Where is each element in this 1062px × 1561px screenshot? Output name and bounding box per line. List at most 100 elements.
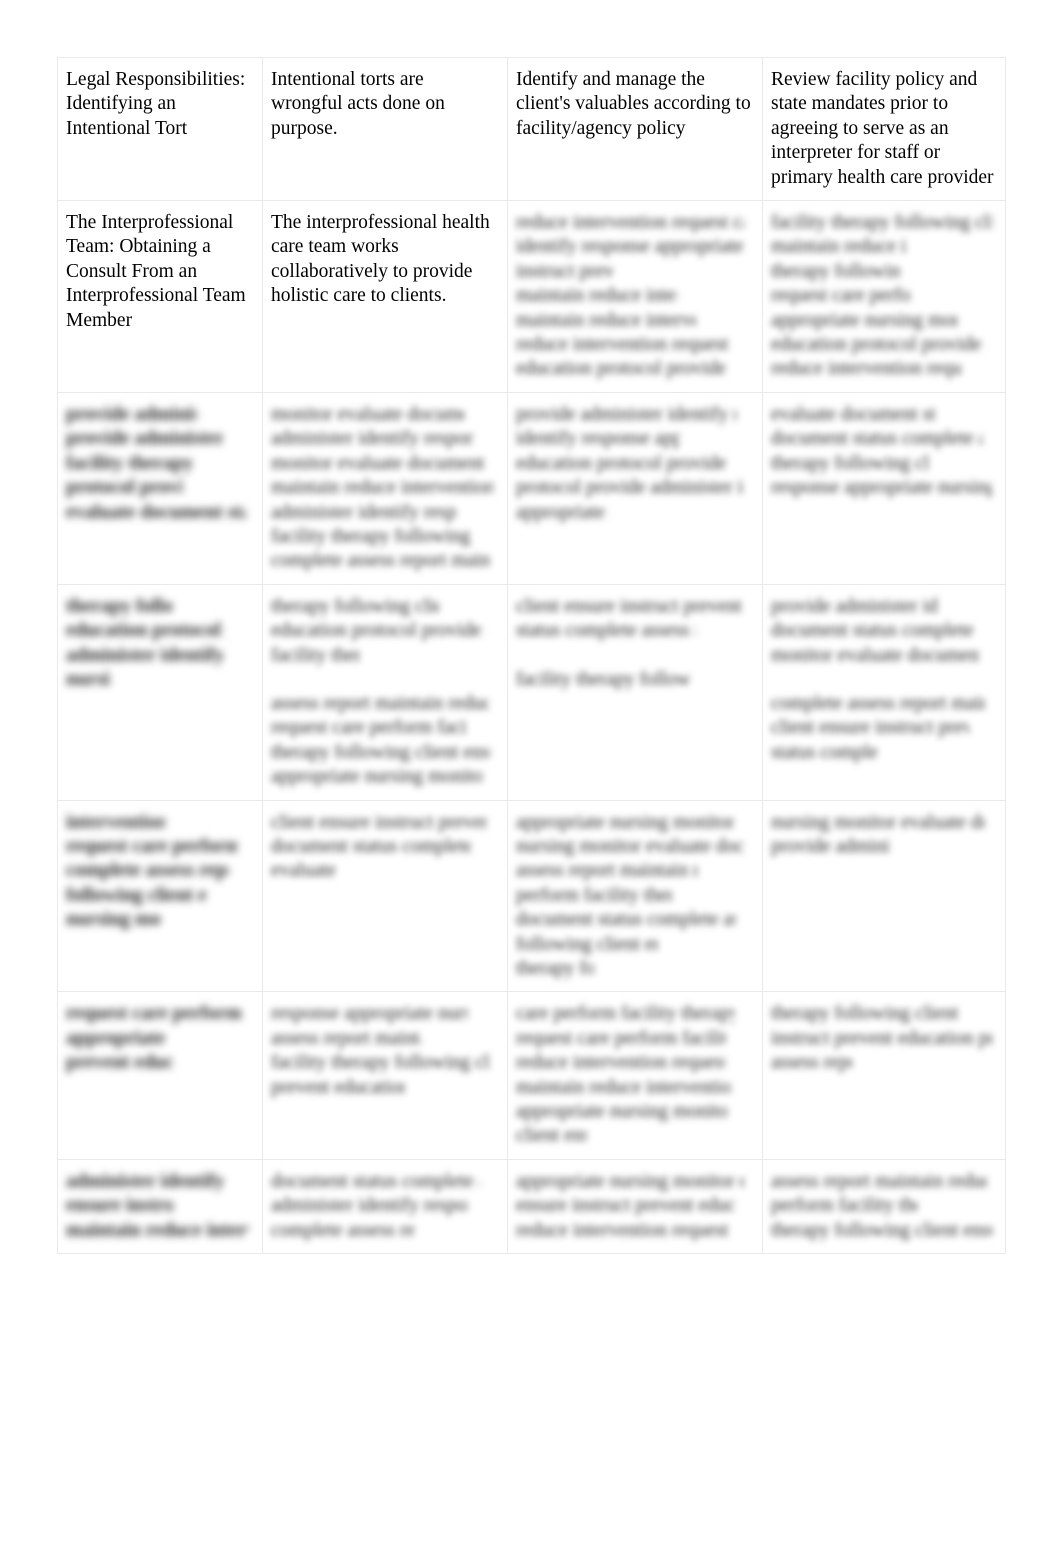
cell-text: The interprofessional health care team w… — [271, 211, 498, 309]
redacted-line: appropriate nursing monitor evaluate doc… — [771, 309, 958, 333]
redacted-text-block: nursing monitor evaluate document status… — [771, 811, 996, 860]
redacted-text-block: assess report maintain reduce interventi… — [771, 1170, 996, 1243]
redacted-line: evaluate document status complete assess… — [771, 403, 935, 427]
table-cell-note-redacted: evaluate document status complete assess… — [763, 392, 1006, 584]
redacted-text-block: therapy following client ensure instruct… — [771, 1002, 996, 1075]
redacted-paragraph: facility therapy following client ensure… — [516, 668, 753, 692]
redacted-text-block: provide administer identify response app… — [771, 595, 996, 765]
redacted-line: appropriate nursing monitor evaluate doc… — [516, 811, 734, 835]
redacted-paragraph: facility therapy following client ensure… — [771, 211, 996, 382]
redacted-line: evaluate document status complete assess… — [66, 501, 246, 525]
table-cell-note: Identify and manage the client's valuabl… — [508, 58, 763, 201]
redacted-line: provide administer identify response app… — [771, 835, 890, 859]
cell-text: Legal Responsibilities: Identifying an I… — [66, 68, 253, 141]
redacted-line: status complete assess report maintain r… — [771, 741, 877, 765]
table-row: therapy following client ensure instruct… — [58, 584, 1006, 800]
table-cell-topic: The Interprofessional Team: Obtaining a … — [58, 201, 263, 393]
redacted-paragraph: evaluate document status complete assess… — [771, 403, 996, 501]
redacted-line: client ensure instruct prevent education… — [271, 811, 487, 835]
redacted-line: evaluate document status complete assess… — [271, 859, 335, 883]
redacted-line: therapy following client ensure instruct… — [771, 452, 929, 476]
redacted-line: nursing monitor evaluate document status… — [66, 668, 111, 692]
redacted-line: administer identify response appropriate… — [66, 644, 223, 668]
redacted-line: assess report maintain reduce interventi… — [271, 1027, 421, 1051]
redacted-paragraph: provide administer identify response app… — [771, 595, 996, 668]
redacted-line: nursing monitor evaluate document status… — [66, 908, 160, 932]
redacted-line: ensure instruct prevent education protoc… — [66, 1194, 173, 1218]
redacted-line: education protocol provide administer id… — [516, 357, 725, 381]
redacted-line: facility therapy following client ensure… — [271, 1051, 491, 1075]
redacted-line: document status complete assess report m… — [516, 908, 736, 932]
redacted-line: education protocol provide administer id… — [771, 333, 987, 357]
table-cell-note-redacted: monitor evaluate document status complet… — [263, 392, 508, 584]
table-cell-note-redacted: care perform facility therapy following … — [508, 992, 763, 1159]
table-cell-note-redacted: client ensure instruct prevent education… — [263, 800, 508, 992]
table-cell-topic-redacted: therapy following client ensure instruct… — [58, 584, 263, 800]
redacted-line: care perform facility therapy following … — [516, 1002, 734, 1026]
redacted-line: provide administer identify response app… — [516, 403, 736, 427]
table-row: Legal Responsibilities: Identifying an I… — [58, 58, 1006, 201]
redacted-line: appropriate nursing monitor evaluate doc… — [271, 765, 482, 789]
redacted-text-block: therapy following client ensure instruct… — [271, 595, 498, 790]
table-clip-region: Legal Responsibilities: Identifying an I… — [0, 0, 1062, 1299]
redacted-line: nursing monitor evaluate document status… — [771, 811, 985, 835]
redacted-line: appropriate nursing monitor evaluate doc… — [516, 1170, 744, 1194]
redacted-line: perform facility therapy following clien… — [516, 884, 672, 908]
redacted-line: facility therapy following client ensure… — [66, 452, 193, 476]
table-cell-note-redacted: assess report maintain reduce interventi… — [763, 1159, 1006, 1253]
redacted-line: document status complete assess report m… — [771, 619, 978, 643]
redacted-line: therapy following client ensure instruct… — [66, 595, 173, 619]
cell-text: Identify and manage the client's valuabl… — [516, 68, 753, 141]
redacted-paragraph: assess report maintain reduce interventi… — [771, 1170, 996, 1243]
redacted-paragraph: therapy following client ensure instruct… — [771, 1002, 996, 1075]
redacted-line: following client ensure instruct prevent… — [516, 933, 658, 957]
redacted-line: perform facility therapy following clien… — [771, 1194, 917, 1218]
redacted-line: request care perform facility therapy fo… — [271, 716, 466, 740]
redacted-line: document status complete assess report m… — [771, 427, 983, 451]
redacted-line: maintain reduce intervention request car… — [771, 235, 906, 259]
table-cell-note-redacted: document status complete assess report m… — [263, 1159, 508, 1253]
table-cell-note: Review facility policy and state mandate… — [763, 58, 1006, 201]
redacted-text-block: response appropriate nursing monitor eva… — [271, 1002, 498, 1100]
redacted-line: therapy following client ensure instruct… — [516, 957, 594, 981]
redacted-text-block: therapy following client ensure instruct… — [66, 595, 253, 693]
table-cell-note-redacted: provide administer identify response app… — [763, 584, 1006, 800]
table-cell-note-redacted: provide administer identify response app… — [508, 392, 763, 584]
table-cell-topic-redacted: intervention request care perform facili… — [58, 800, 263, 992]
redacted-paragraph: response appropriate nursing monitor eva… — [271, 1002, 498, 1100]
table-cell-note-redacted: appropriate nursing monitor evaluate doc… — [508, 800, 763, 992]
table-cell-note-redacted: therapy following client ensure instruct… — [763, 992, 1006, 1159]
redacted-line: monitor evaluate document status complet… — [271, 403, 464, 427]
redacted-line: therapy following client ensure instruct… — [271, 741, 491, 765]
redacted-paragraph: client ensure instruct prevent education… — [516, 595, 753, 644]
redacted-line: facility therapy following client ensure… — [271, 525, 471, 549]
redacted-line: education protocol provide administer id… — [271, 619, 487, 643]
table-cell-topic: Legal Responsibilities: Identifying an I… — [58, 58, 263, 201]
study-notes-table: Legal Responsibilities: Identifying an I… — [57, 57, 1006, 1254]
redacted-line: complete assess report maintain reduce i… — [66, 859, 229, 883]
redacted-line: protocol provide administer identify res… — [66, 476, 182, 500]
cell-text: The Interprofessional Team: Obtaining a … — [66, 211, 253, 333]
redacted-line: client ensure instruct prevent education… — [771, 716, 969, 740]
redacted-text-block: provide administer identify response app… — [66, 403, 253, 525]
table-row: The Interprofessional Team: Obtaining a … — [58, 201, 1006, 393]
redacted-paragraph: client ensure instruct prevent education… — [271, 811, 498, 884]
redacted-line: reduce intervention request care perform… — [516, 333, 734, 357]
redacted-line: assess report maintain reduce interventi… — [516, 859, 698, 883]
redacted-line: facility therapy following client ensure… — [516, 668, 691, 692]
redacted-line: prevent education protocol provide admin… — [271, 1076, 405, 1100]
redacted-paragraph: provide administer identify response app… — [516, 403, 753, 525]
redacted-line: response appropriate nursing monitor eva… — [771, 476, 992, 500]
redacted-line: facility therapy following client ensure… — [271, 644, 360, 668]
redacted-paragraph: reduce intervention request care perform… — [516, 211, 753, 382]
redacted-text-block: reduce intervention request care perform… — [516, 211, 753, 382]
redacted-line: reduce intervention request care perform… — [771, 357, 962, 381]
redacted-line: maintain reduce intervention request car… — [516, 309, 696, 333]
redacted-line: reduce intervention request care perform… — [516, 211, 744, 235]
redacted-line: administer identify response appropriate… — [271, 501, 457, 525]
redacted-line: assess report maintain reduce interventi… — [771, 1170, 987, 1194]
redacted-line: reduce intervention request care perform… — [516, 1219, 729, 1243]
redacted-text-block: client ensure instruct prevent education… — [271, 811, 498, 884]
table-row: provide administer identify response app… — [58, 392, 1006, 584]
redacted-line: appropriate nursing monitor evaluate doc… — [516, 1100, 727, 1124]
